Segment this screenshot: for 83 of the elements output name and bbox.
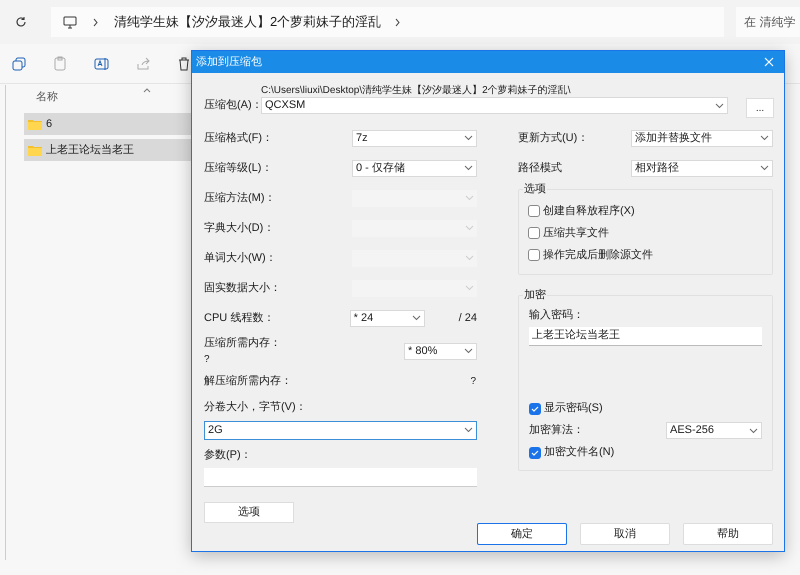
folder-icon [28, 118, 42, 130]
checkbox-label: 操作完成后删除源文件 [543, 248, 653, 263]
dialog-button[interactable]: 帮助 [683, 523, 773, 545]
field-label: 压缩格式(F)： [204, 130, 274, 146]
checkbox[interactable] [528, 249, 540, 261]
check-icon [531, 448, 539, 456]
refresh-icon[interactable] [15, 16, 27, 28]
field-label: 压缩包(A)： [204, 99, 263, 111]
field-label: 解压缩所需内存： [204, 374, 292, 389]
field-label: 更新方式(U)： [518, 130, 588, 146]
field-label: CPU 线程数： [204, 310, 274, 326]
checkbox[interactable] [529, 446, 541, 458]
dropdown[interactable]: QCXSM [261, 97, 728, 114]
field-label: 单词大小(W)： [204, 250, 277, 266]
chevron-down-icon [464, 427, 473, 433]
rename-icon[interactable] [94, 56, 110, 70]
dialog-button[interactable]: 取消 [580, 523, 670, 545]
options-button[interactable]: 选项 [204, 502, 294, 523]
browse-button[interactable]: ... [746, 98, 774, 118]
dialog-button[interactable]: 确定 [477, 523, 567, 545]
parameters-field[interactable] [204, 468, 477, 487]
chevron-right-icon [395, 18, 400, 26]
memory-value: ? [204, 352, 211, 367]
field-label: 加密算法： [529, 422, 584, 438]
checkbox-label: 压缩共享文件 [543, 226, 609, 241]
field-label: 路径模式 [518, 160, 562, 176]
dropdown[interactable]: * 80% [404, 342, 477, 360]
search-field[interactable]: 在 清纯学 [736, 7, 800, 37]
archive-path: C:\Users\liuxi\Desktop\清纯学生妹【汐汐最迷人】2个萝莉妹子的淫乱\ [261, 84, 572, 97]
sort-caret-icon [143, 88, 151, 92]
window-title: 添加到压缩包 [196, 54, 262, 70]
dropdown[interactable]: 7z [352, 130, 477, 146]
checkbox[interactable] [528, 205, 540, 217]
file-row[interactable]: 6 [24, 113, 194, 135]
volume-size-field[interactable]: 2G [204, 420, 477, 440]
dropdown[interactable]: * 24 [350, 310, 425, 326]
dropdown[interactable]: 相对路径 [631, 160, 773, 176]
chevron-down-icon [465, 195, 474, 201]
chevron-down-icon [464, 135, 473, 141]
paste-icon[interactable] [53, 56, 67, 71]
file-name: 上老王论坛当老王 [46, 142, 134, 158]
column-header[interactable]: 名称 [36, 88, 58, 106]
breadcrumb-item[interactable]: 清纯学生妹【汐汐最迷人】2个萝莉妹子的淫乱 [114, 12, 382, 32]
password-field[interactable]: 上老王论坛当老王 [529, 326, 762, 346]
chevron-down-icon [715, 102, 724, 108]
chevron-down-icon [465, 255, 474, 261]
folder-icon [28, 144, 42, 156]
field-label: 压缩方法(M)： [204, 190, 276, 206]
checkbox-label: 显示密码(S) [544, 400, 603, 416]
thread-total: / 24 [458, 310, 477, 326]
checkbox-label: 创建自释放程序(X) [543, 204, 635, 219]
field-label: 字典大小(D)： [204, 220, 274, 236]
dropdown[interactable]: 0 - 仅存储 [352, 160, 477, 176]
dropdown[interactable]: 添加并替换文件 [631, 130, 773, 146]
chevron-down-icon [760, 135, 769, 141]
field-label: 压缩所需内存： [204, 336, 281, 352]
share-icon[interactable] [137, 57, 151, 70]
field-label: 输入密码： [529, 308, 585, 323]
chevron-down-icon [465, 225, 474, 231]
checkbox[interactable] [529, 402, 541, 414]
computer-icon [63, 16, 77, 28]
trash-icon[interactable] [178, 56, 190, 70]
chevron-down-icon [412, 315, 421, 321]
file-name: 6 [46, 116, 52, 132]
check-icon [531, 404, 539, 412]
checkbox[interactable] [528, 227, 540, 239]
field-label: 压缩等级(L)： [204, 160, 272, 176]
checkbox-label: 加密文件名(N) [544, 444, 614, 460]
chevron-down-icon [760, 165, 769, 171]
close-icon[interactable] [764, 57, 774, 67]
chevron-down-icon [749, 428, 758, 434]
memory-value: ? [470, 374, 476, 388]
chevron-down-icon [464, 165, 473, 171]
file-row[interactable]: 上老王论坛当老王 [24, 139, 194, 161]
chevron-down-icon [465, 285, 474, 291]
field-label: 固实数据大小： [204, 280, 281, 296]
chevron-right-icon [93, 18, 98, 26]
address-bar[interactable]: 清纯学生妹【汐汐最迷人】2个萝莉妹子的淫乱 [51, 7, 724, 37]
chevron-down-icon [464, 348, 473, 354]
field-label: 参数(P)： [204, 448, 253, 462]
copy-icon[interactable] [12, 56, 26, 70]
field-label: 分卷大小，字节(V)： [204, 400, 308, 415]
dropdown[interactable]: AES-256 [666, 422, 762, 439]
